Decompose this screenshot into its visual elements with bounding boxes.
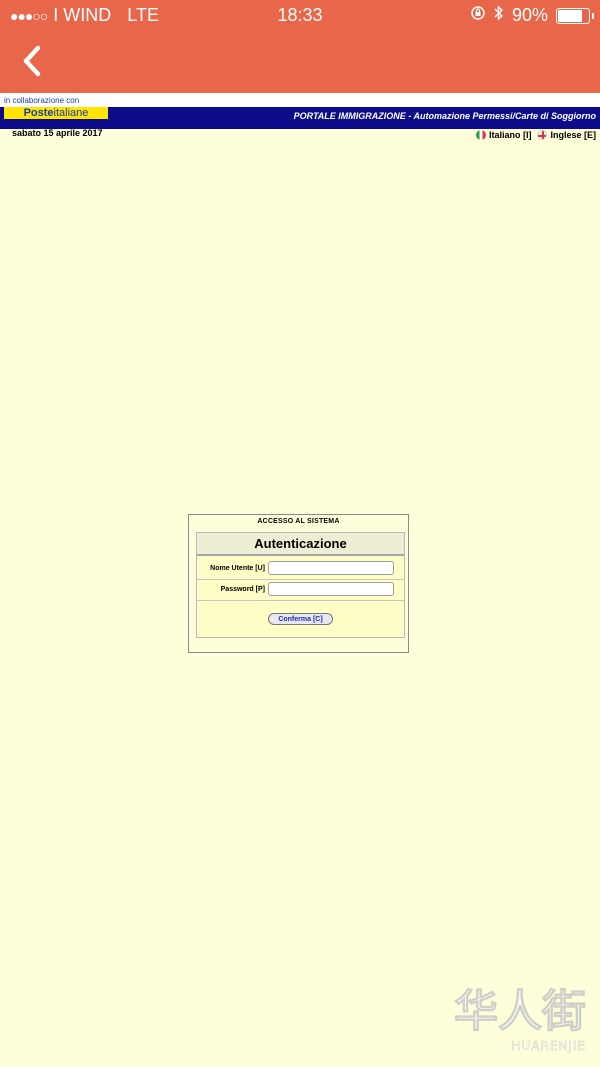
lang-english-link[interactable]: Inglese [E] <box>550 130 596 140</box>
confirm-button[interactable]: Conferma [C] <box>268 613 333 625</box>
lang-italian-link[interactable]: Italiano [I] <box>489 130 532 140</box>
orientation-lock-icon <box>470 5 486 26</box>
battery-icon <box>556 7 594 24</box>
battery-percent: 90% <box>511 5 548 25</box>
portal-title: PORTALE IMMIGRAZIONE - Automazione Perme… <box>293 111 596 121</box>
status-right: 90% <box>470 5 594 26</box>
watermark: 华人街 HUARENJIE <box>454 975 587 1054</box>
back-button[interactable] <box>18 42 50 82</box>
watermark-chinese: 华人街 <box>454 986 587 1038</box>
uk-flag-icon <box>537 130 548 140</box>
page-header: in collaborazione con <box>0 93 600 107</box>
chevron-left-icon <box>23 45 41 77</box>
auth-panel: Autenticazione Nome Utente [U] Password … <box>196 532 405 638</box>
login-legend-wrap: ACCESSO AL SISTEMA <box>189 510 408 528</box>
username-label: Nome Utente [U] <box>210 565 265 572</box>
italy-flag-icon <box>475 130 486 140</box>
battery-fill <box>558 9 582 22</box>
status-bar: ●●●○○ I WIND LTE 18:33 90% <box>0 0 600 32</box>
app-nav-bar: ●●●○○ I WIND LTE 18:33 90% <box>0 0 600 93</box>
watermark-latin: HUARENJIE <box>511 1039 586 1054</box>
poste-italiane-logo: Poste italiane <box>4 107 108 119</box>
language-selector: Italiano [I] Inglese [E] <box>475 130 596 140</box>
collaboration-text: in collaborazione con <box>4 96 80 105</box>
password-row: Password [P] <box>197 579 404 601</box>
logo-light: italiane <box>53 107 89 119</box>
login-legend: ACCESSO AL SISTEMA <box>253 518 344 525</box>
username-row: Nome Utente [U] <box>197 558 404 580</box>
username-input[interactable] <box>268 561 394 575</box>
password-label: Password [P] <box>220 586 265 593</box>
logo-bold: Poste <box>23 107 54 119</box>
bluetooth-icon <box>494 5 504 26</box>
password-input[interactable] <box>268 582 394 596</box>
current-date: sabato 15 aprile 2017 <box>12 128 103 138</box>
auth-title: Autenticazione <box>197 533 404 556</box>
